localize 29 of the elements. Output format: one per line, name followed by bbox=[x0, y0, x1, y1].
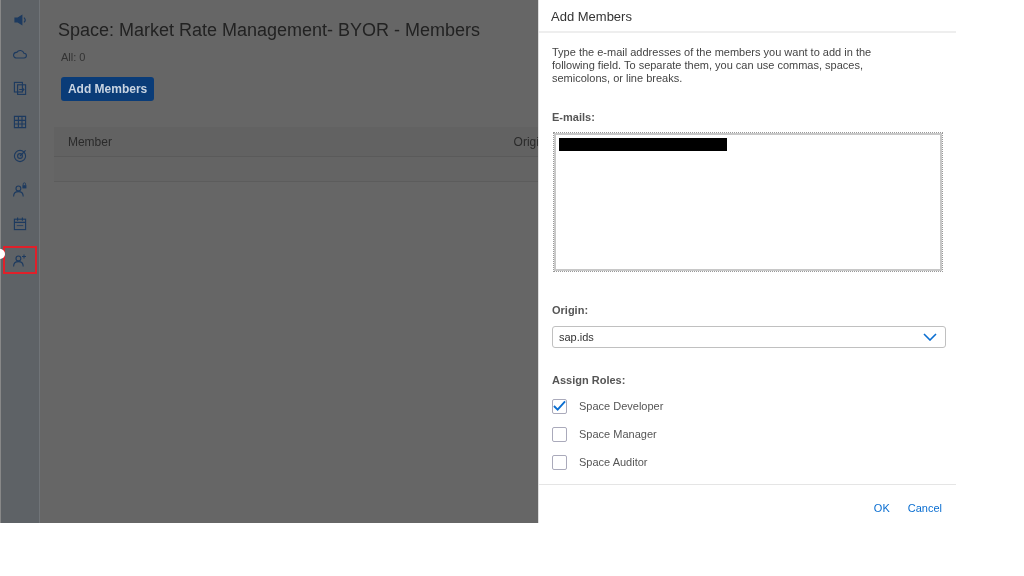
sidebar-item[interactable] bbox=[2, 246, 37, 274]
column-header: Member bbox=[67, 134, 112, 149]
field-label: Origin: bbox=[552, 304, 590, 316]
column-header: Origi bbox=[513, 134, 538, 149]
add-members-button[interactable]: Add Members bbox=[60, 77, 155, 101]
checkbox-label: Space Auditor bbox=[579, 456, 648, 468]
dialog-button[interactable]: Cancel bbox=[903, 493, 946, 523]
checkbox-label: Space Developer bbox=[579, 400, 664, 412]
megaphone-icon bbox=[11, 12, 28, 28]
checkbox[interactable] bbox=[552, 454, 567, 470]
field-label: E-mails: bbox=[552, 111, 596, 123]
grid-icon bbox=[11, 114, 28, 130]
checkbox[interactable] bbox=[552, 426, 567, 442]
origin-dropdown[interactable]: sap.ids bbox=[552, 326, 946, 348]
calendar-icon bbox=[11, 216, 28, 232]
chevron-down-icon bbox=[923, 333, 937, 341]
document-arrow-icon bbox=[11, 80, 28, 96]
page-title: Space: Market Rate Management- BYOR - Members bbox=[56, 20, 482, 41]
checkbox-label: Space Manager bbox=[579, 428, 657, 440]
emails-field[interactable] bbox=[554, 133, 942, 271]
user-lock-icon bbox=[11, 182, 28, 198]
user-icon bbox=[11, 252, 28, 268]
dialog-title: Add Members bbox=[551, 9, 632, 24]
description-text: Type the e-mail addresses of the members you want to add in the following field. To separate them, you can use commas, spaces, semicolons, or line breaks. bbox=[552, 46, 873, 85]
field-label: Assign Roles: bbox=[552, 374, 627, 386]
checkbox[interactable] bbox=[552, 398, 567, 414]
dialog-button[interactable]: OK bbox=[869, 493, 894, 523]
dropdown-value: sap.ids bbox=[559, 331, 594, 343]
target-icon bbox=[11, 148, 28, 164]
